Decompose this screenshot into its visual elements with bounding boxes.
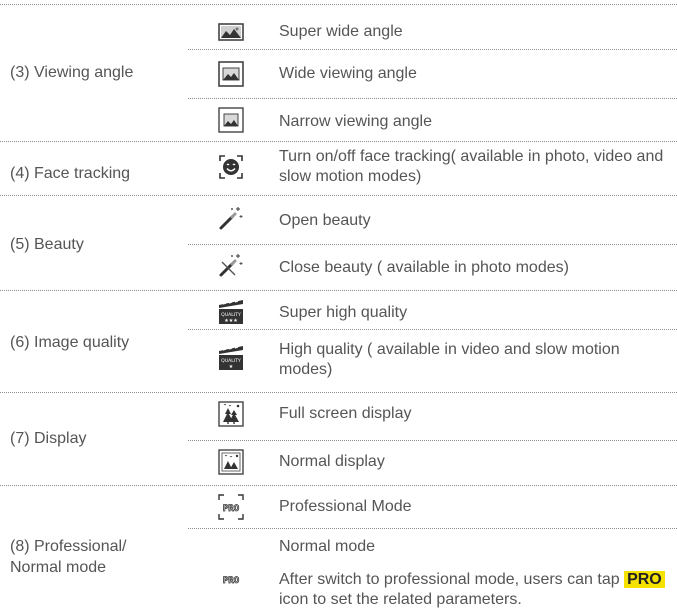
normal-mode-icon: PRO	[218, 566, 244, 592]
row-separator	[0, 485, 677, 486]
category-image-quality: (6) Image quality	[10, 334, 130, 351]
item-separator	[188, 329, 677, 330]
category-face-tracking: (4) Face tracking	[10, 165, 131, 182]
normal-display-icon	[218, 449, 244, 475]
face-tracking-icon	[218, 154, 244, 180]
narrow-angle-icon	[218, 107, 244, 133]
viewing-angle-wide-text: Wide viewing angle	[279, 65, 417, 82]
high-quality-icon: QUALITY ★	[218, 345, 244, 371]
pro-mode-icon: PRO	[218, 494, 244, 520]
beauty-close-text: Close beauty ( available in photo modes)	[279, 259, 569, 276]
face-tracking-text: Turn on/off face tracking( available in …	[279, 148, 664, 185]
quality-super-high-text: Super high quality	[279, 304, 408, 321]
display-normal-text: Normal display	[279, 453, 385, 470]
full-screen-display-icon	[218, 401, 244, 427]
row-separator	[0, 392, 677, 393]
item-separator	[188, 440, 677, 441]
category-professional-mode: (8) Professional/ Normal mode	[10, 538, 127, 576]
display-full-screen-text: Full screen display	[279, 405, 412, 422]
item-separator	[188, 98, 677, 99]
beauty-wand-icon	[218, 205, 244, 231]
beauty-open-text: Open beauty	[279, 212, 371, 229]
professional-mode-note: After switch to professional mode, users…	[279, 570, 671, 610]
category-display: (7) Display	[10, 430, 87, 447]
svg-text:★★★: ★★★	[224, 318, 238, 324]
feature-table: (3) Viewing angle Super wide angle Wide …	[0, 0, 677, 615]
beauty-off-icon	[218, 252, 244, 278]
viewing-angle-super-wide-text: Super wide angle	[279, 23, 403, 40]
item-separator	[188, 49, 677, 50]
note-text-after: icon to set the related parameters.	[279, 591, 522, 608]
pro-icon-inline: PRO	[624, 571, 665, 588]
professional-mode-text: Professional Mode	[279, 498, 412, 515]
category-viewing-angle: (3) Viewing angle	[10, 64, 134, 81]
quality-high-text: High quality ( available in video and sl…	[279, 341, 620, 378]
super-wide-angle-icon	[218, 19, 244, 45]
item-separator	[188, 528, 677, 529]
svg-text:★: ★	[229, 364, 234, 370]
note-text-before: After switch to professional mode, users…	[279, 571, 620, 588]
row-separator	[0, 195, 677, 196]
viewing-angle-narrow-text: Narrow viewing angle	[279, 113, 432, 130]
row-separator	[0, 141, 677, 142]
super-high-quality-icon: QUALITY ★★★	[218, 299, 244, 325]
item-separator	[188, 244, 677, 245]
svg-text:PRO: PRO	[223, 576, 240, 586]
svg-text:PRO: PRO	[223, 504, 240, 514]
wide-angle-icon	[218, 61, 244, 87]
normal-mode-text: Normal mode	[279, 538, 376, 555]
category-beauty: (5) Beauty	[10, 236, 84, 253]
row-separator	[0, 290, 677, 291]
row-separator	[0, 4, 677, 5]
